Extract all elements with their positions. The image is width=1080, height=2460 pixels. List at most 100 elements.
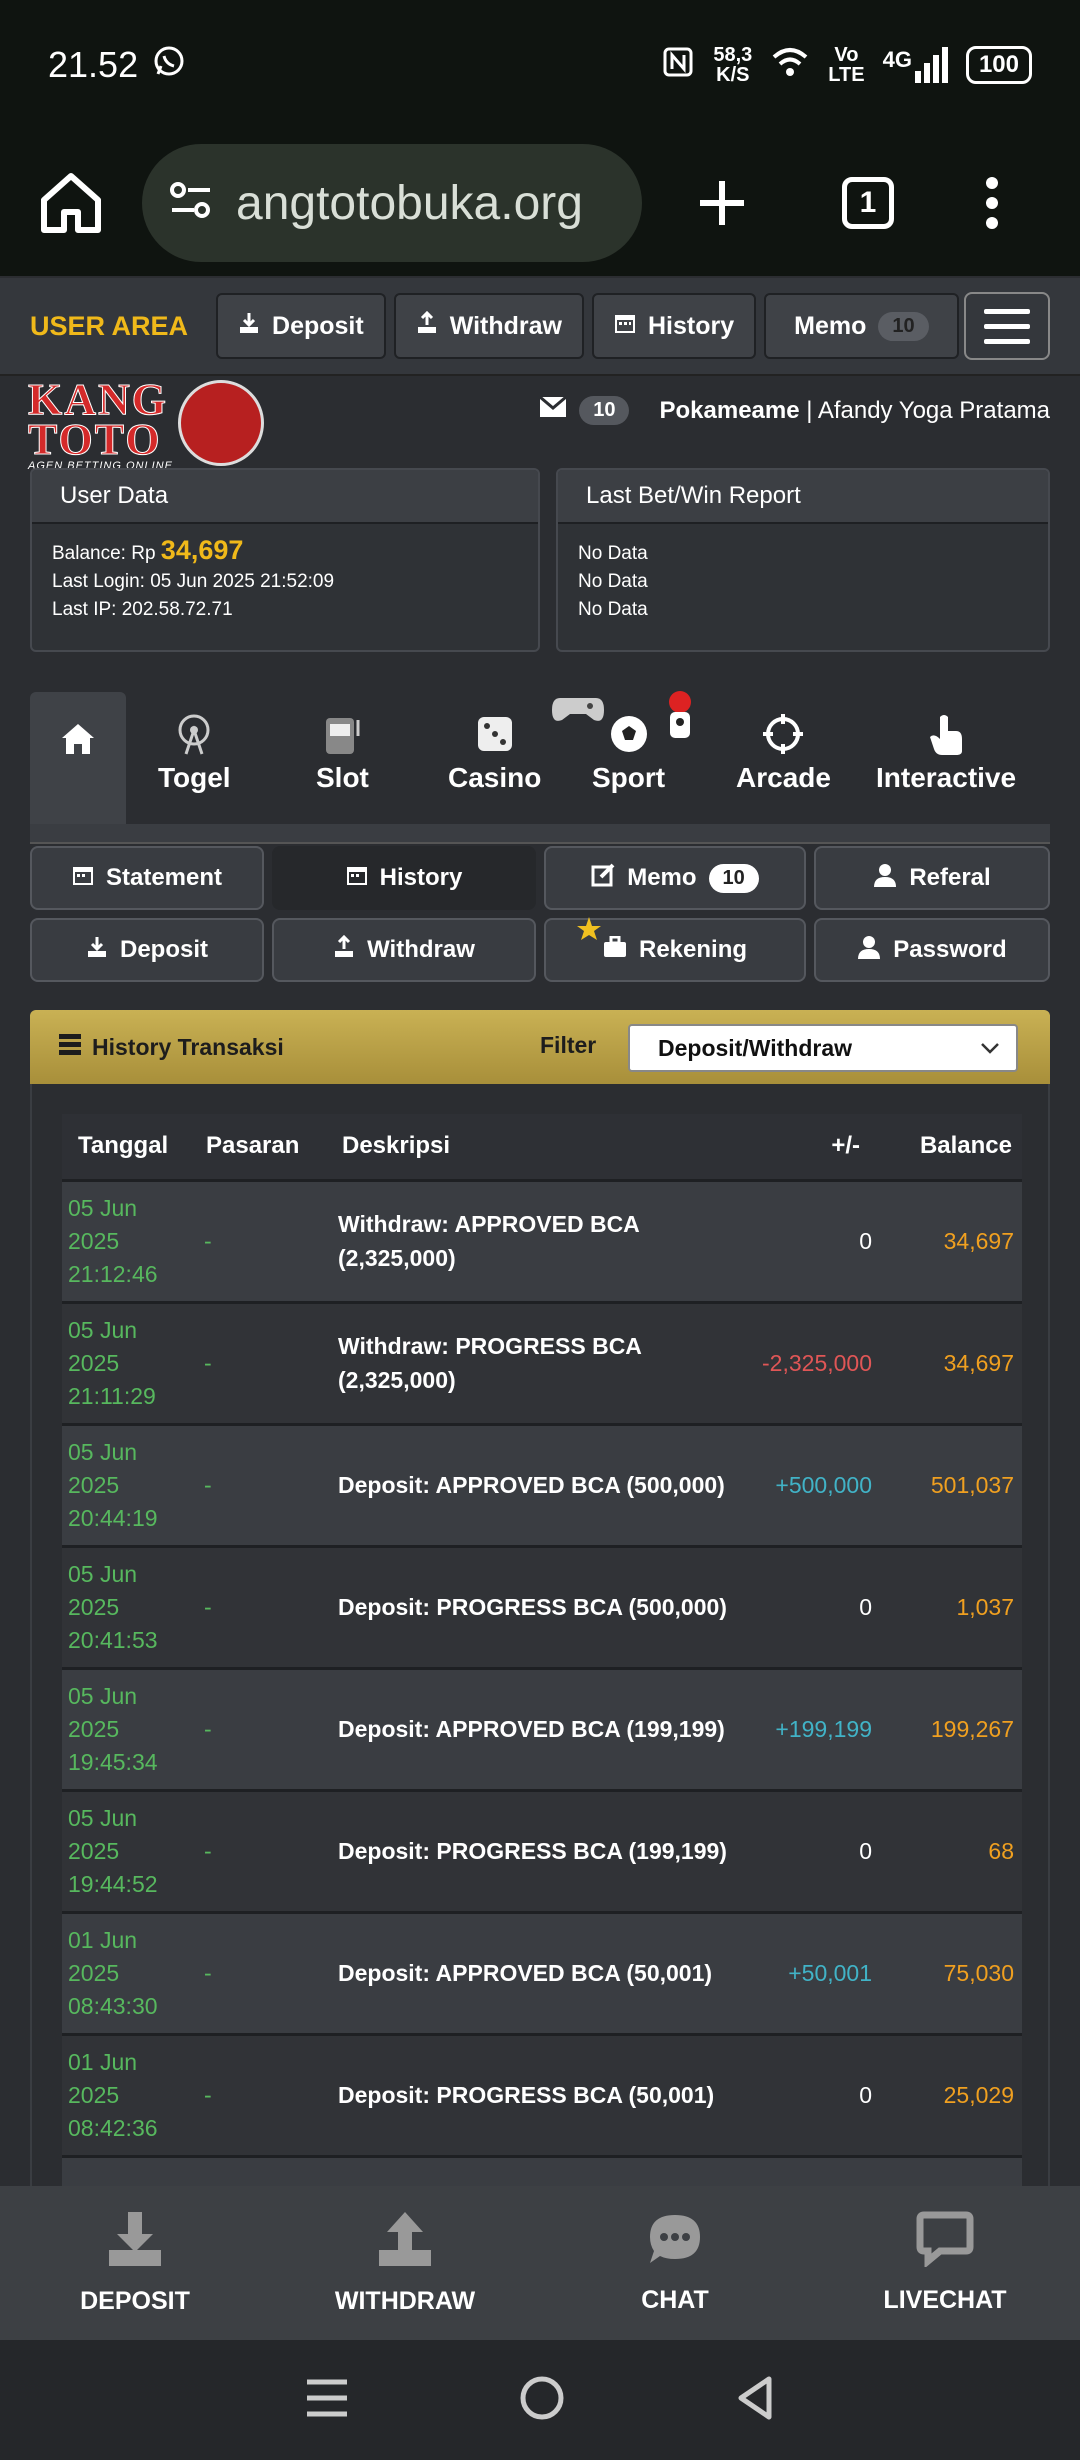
table-row: 05 Jun 2025 21:11:29- Withdraw: PROGRESS BC…	[62, 1302, 1022, 1426]
last-login: Last Login: 05 Jun 2025 21:52:09	[52, 571, 335, 592]
category-nav-underline	[30, 824, 1050, 844]
cell-pasaran: -	[196, 1546, 332, 1670]
category-interactive[interactable]: Interactive	[876, 712, 1016, 794]
briefcase-icon	[603, 935, 627, 965]
status-bar: 21.52 58,3 K/S Vo LTE 4G 100	[0, 0, 1080, 130]
history-panel-body: Tanggal Pasaran Deskripsi +/- Balance 05…	[30, 1084, 1050, 2190]
cell-amount: 0	[734, 1790, 884, 1914]
home-category-tab[interactable]	[30, 692, 126, 826]
cell-balance: 75,030	[884, 1912, 1022, 2036]
memo-count-badge: 10	[878, 311, 929, 341]
back-icon[interactable]	[735, 2375, 775, 2426]
deposit-tab-button[interactable]: Deposit	[30, 918, 264, 982]
site-header: KANG TOTO AGEN BETTING ONLINE 10 Pokamea…	[0, 376, 1080, 472]
site-settings-icon[interactable]	[166, 176, 216, 231]
hamburger-menu-icon[interactable]	[964, 292, 1050, 360]
history-panel-title: History Transaksi	[92, 1033, 284, 1060]
user-data-title: User Data	[32, 470, 538, 524]
memo-tab-button[interactable]: Memo 10	[544, 846, 806, 910]
nfc-icon	[661, 45, 695, 85]
report-line: No Data	[578, 543, 648, 564]
table-row: 01 Jun	[62, 2156, 1022, 2190]
livechat-icon	[916, 2211, 974, 2274]
download-icon	[105, 2210, 165, 2275]
gamepad-icon	[550, 692, 606, 731]
cell-date: 01 Jun	[62, 2156, 196, 2190]
cell-date: 05 Jun 2025 19:44:52	[62, 1790, 196, 1914]
withdraw-icon	[416, 310, 438, 342]
more-menu-icon[interactable]	[984, 173, 1000, 233]
cell-pasaran	[196, 2156, 332, 2190]
withdraw-tab-button[interactable]: Withdraw	[272, 918, 536, 982]
browser-toolbar: angtotobuka.org 1	[0, 130, 1080, 276]
history-button[interactable]: History	[592, 293, 757, 359]
history-tab-button[interactable]: History	[272, 846, 536, 910]
chevron-down-icon	[978, 1036, 1002, 1066]
bottom-withdraw-button[interactable]: WITHDRAW	[270, 2186, 540, 2340]
cell-description: Deposit: PROGRESS BCA (50,001)	[332, 2034, 734, 2158]
fullname: Afandy Yoga Pratama	[817, 396, 1050, 424]
ferris-wheel-icon	[172, 712, 216, 756]
cell-date: 05 Jun 2025 21:12:46	[62, 1180, 196, 1304]
new-tab-icon[interactable]	[692, 173, 752, 233]
bottom-deposit-button[interactable]: DEPOSIT	[0, 2186, 270, 2340]
address-bar[interactable]: angtotobuka.org	[142, 144, 642, 262]
category-casino[interactable]: Casino	[448, 712, 541, 794]
cell-balance: 34,697	[884, 1180, 1022, 1304]
referal-button[interactable]: Referal	[814, 846, 1050, 910]
volte-indicator: Vo LTE	[828, 44, 865, 86]
balance-amount: 34,697	[160, 535, 244, 565]
cell-amount: +199,199	[734, 1668, 884, 1792]
cell-date: 05 Jun 2025 20:44:19	[62, 1424, 196, 1548]
tap-hand-icon	[924, 712, 968, 756]
cell-pasaran: -	[196, 1302, 332, 1426]
deposit-icon	[238, 311, 260, 342]
cell-amount	[734, 2156, 884, 2190]
kangtoto-logo[interactable]: KANG TOTO AGEN BETTING ONLINE	[28, 377, 268, 472]
password-button[interactable]: Password	[814, 918, 1050, 982]
bottom-chat-button[interactable]: CHAT	[540, 2186, 810, 2340]
chat-bubble-icon	[646, 2211, 704, 2274]
withdraw-button[interactable]: Withdraw	[393, 293, 584, 359]
filter-select[interactable]: Deposit/Withdraw	[628, 1024, 1018, 1072]
cell-pasaran: -	[196, 1912, 332, 2036]
memo-button[interactable]: Memo 10	[764, 293, 959, 359]
cell-date: 01 Jun 2025 08:42:36	[62, 2034, 196, 2158]
url-text: angtotobuka.org	[236, 176, 583, 230]
recent-apps-icon[interactable]	[305, 2376, 349, 2425]
mascot-logo-icon	[178, 380, 264, 466]
whatsapp-icon	[152, 44, 186, 87]
bottom-livechat-button[interactable]: LIVECHAT	[810, 2186, 1080, 2340]
cell-pasaran: -	[196, 1790, 332, 1914]
cell-amount: 0	[734, 1180, 884, 1304]
tab-switcher-button[interactable]: 1	[842, 177, 894, 229]
tab-count: 1	[842, 177, 894, 229]
cell-balance: 68	[884, 1790, 1022, 1914]
statement-button[interactable]: Statement	[30, 846, 264, 910]
last-bet-report-panel: Last Bet/Win Report No Data No Data No D…	[556, 468, 1050, 652]
category-arcade[interactable]: Arcade	[736, 712, 831, 794]
cell-description: Deposit: APPROVED BCA (50,001)	[332, 1912, 734, 2036]
category-togel[interactable]: Togel	[158, 712, 231, 794]
table-row: 05 Jun 2025 19:44:52- Deposit: PROGRESS BCA…	[62, 1790, 1022, 1914]
rekening-button[interactable]: Rekening	[544, 917, 806, 982]
mail-count-badge: 10	[579, 396, 630, 425]
cell-pasaran: -	[196, 1180, 332, 1304]
mail-icon[interactable]	[539, 395, 568, 425]
cell-description: Deposit: PROGRESS BCA (500,000)	[332, 1546, 734, 1670]
category-slot[interactable]: Slot	[316, 712, 369, 794]
column-header: Pasaran	[196, 1114, 332, 1182]
cell-balance: 1,037	[884, 1546, 1022, 1670]
home-circle-icon[interactable]	[519, 2375, 565, 2426]
home-icon[interactable]	[34, 166, 108, 240]
user-icon	[873, 863, 897, 894]
table-row: 05 Jun 2025 21:12:46- Withdraw: APPROVED BC…	[62, 1180, 1022, 1304]
user-data-panel: User Data Balance: Rp 34,697 Last Login:…	[30, 468, 540, 652]
cell-pasaran: -	[196, 2034, 332, 2158]
deposit-button[interactable]: Deposit	[216, 293, 386, 359]
report-line: No Data	[578, 599, 648, 620]
user-icon	[857, 935, 881, 966]
username: Pokameame	[659, 396, 800, 424]
report-title: Last Bet/Win Report	[558, 470, 1048, 524]
crosshair-icon	[761, 712, 805, 756]
